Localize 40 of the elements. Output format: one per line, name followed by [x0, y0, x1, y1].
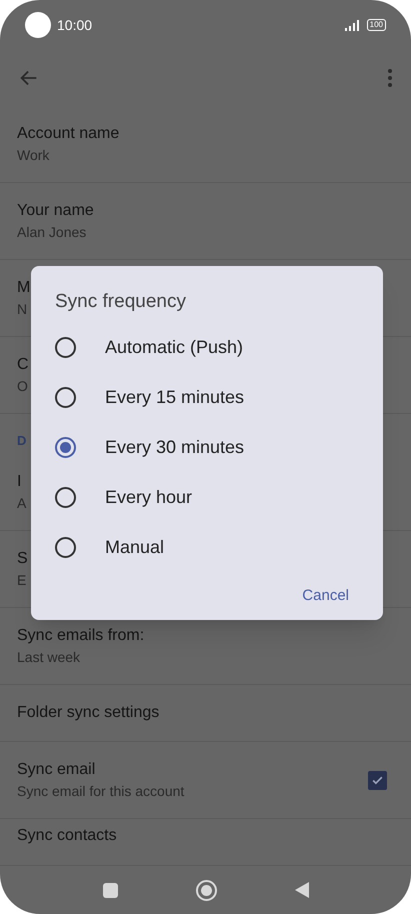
setting-value: Sync email for this account: [17, 782, 184, 801]
setting-title: Sync contacts: [17, 826, 118, 846]
setting-value: A: [17, 494, 26, 513]
setting-title: Folder sync settings: [17, 703, 160, 723]
setting-title: M: [17, 278, 30, 298]
cancel-button[interactable]: Cancel: [292, 578, 359, 613]
radio-button[interactable]: [55, 437, 76, 458]
setting-title: C: [17, 355, 29, 375]
option-label[interactable]: Every hour: [105, 484, 192, 511]
battery-indicator: 100: [366, 19, 386, 31]
setting-title: Sync email: [17, 760, 96, 780]
setting-value: N: [17, 300, 28, 319]
setting-title: Your name: [17, 201, 94, 221]
setting-value: O: [17, 377, 28, 396]
option-label[interactable]: Every 30 minutes: [105, 434, 244, 461]
back-button[interactable]: [294, 882, 308, 898]
section-header: D: [17, 432, 26, 450]
camera-cutout: [25, 12, 51, 38]
radio-button[interactable]: [55, 537, 76, 558]
radio-button[interactable]: [55, 387, 76, 408]
option-label[interactable]: Manual: [105, 534, 164, 561]
setting-value: Alan Jones: [17, 223, 86, 242]
setting-value: Work: [17, 146, 50, 165]
home-button[interactable]: [196, 880, 216, 900]
setting-title: S: [17, 549, 28, 569]
setting-title: Sync emails from:: [17, 626, 144, 646]
setting-title: I: [17, 472, 22, 492]
radio-button[interactable]: [55, 337, 76, 358]
radio-button[interactable]: [55, 487, 76, 508]
option-label[interactable]: Automatic (Push): [105, 334, 244, 361]
setting-value: Last week: [17, 648, 80, 667]
option-label[interactable]: Every 15 minutes: [105, 384, 244, 411]
clock: 10:00: [57, 16, 92, 34]
checkmark-icon: [371, 774, 384, 786]
checkbox[interactable]: [368, 770, 387, 790]
setting-title: Account name: [17, 124, 120, 144]
more-options-icon[interactable]: [387, 68, 393, 88]
recents-button[interactable]: [102, 882, 118, 898]
dialog-title: Sync frequency: [55, 290, 186, 314]
setting-value: E: [17, 571, 26, 590]
